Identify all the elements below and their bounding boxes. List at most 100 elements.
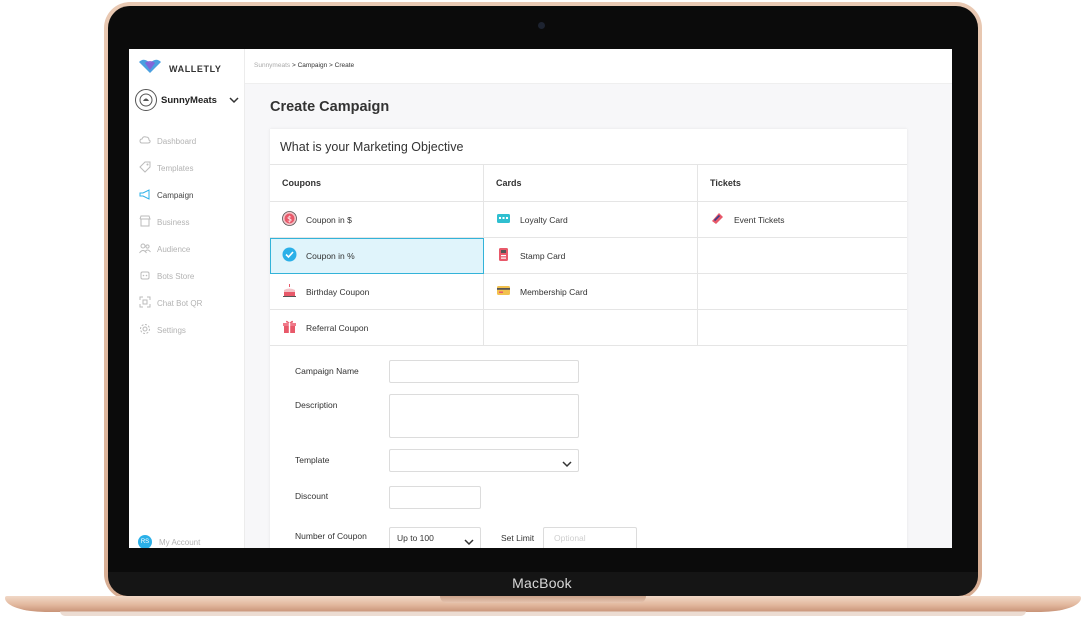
coupon-count-select[interactable]: Up to 100 bbox=[389, 527, 481, 548]
coupon-count-value: Up to 100 bbox=[397, 533, 434, 543]
app-screen: WALLETLY SunnyMeats Dashboard Templates bbox=[129, 49, 952, 548]
sidebar-item-templates[interactable]: Templates bbox=[139, 160, 202, 176]
campaign-name-input[interactable] bbox=[389, 360, 579, 383]
sidebar-item-label: Bots Store bbox=[157, 271, 195, 281]
gear-icon bbox=[139, 323, 151, 337]
empty-cell bbox=[697, 273, 907, 310]
campaign-name-label: Campaign Name bbox=[295, 366, 359, 376]
sidebar-item-label: Audience bbox=[157, 244, 191, 254]
sidebar-item-label: Business bbox=[157, 217, 190, 227]
app-logo[interactable]: WALLETLY bbox=[137, 58, 221, 79]
org-avatar bbox=[135, 89, 157, 111]
option-referral-coupon[interactable]: Referral Coupon bbox=[270, 309, 484, 346]
template-label: Template bbox=[295, 455, 330, 465]
breadcrumb-separator: > bbox=[329, 62, 333, 69]
org-switcher[interactable]: SunnyMeats bbox=[135, 89, 239, 111]
option-event-tickets[interactable]: Event Tickets bbox=[697, 201, 907, 238]
empty-cell bbox=[483, 309, 698, 346]
qr-icon bbox=[139, 296, 151, 310]
table-row: Coupon in % Stamp Card bbox=[270, 237, 907, 274]
table-row: Referral Coupon bbox=[270, 309, 907, 346]
column-header-coupons: Coupons bbox=[270, 164, 484, 202]
option-label: Loyalty Card bbox=[520, 214, 568, 225]
option-stamp-card[interactable]: Stamp Card bbox=[483, 237, 698, 274]
column-header-tickets: Tickets bbox=[697, 164, 907, 202]
sidebar-item-dashboard[interactable]: Dashboard bbox=[139, 133, 202, 149]
page-title: Create Campaign bbox=[270, 99, 390, 115]
tag-icon bbox=[139, 161, 151, 175]
my-account-link[interactable]: RS My Account bbox=[138, 535, 200, 548]
description-textarea[interactable] bbox=[389, 394, 579, 438]
svg-text:$: $ bbox=[287, 215, 292, 224]
option-label: Membership Card bbox=[520, 286, 588, 297]
chevron-down-icon bbox=[562, 455, 572, 473]
objective-table: Coupons Cards Tickets $ Coupon in $ Loya… bbox=[270, 164, 907, 346]
laptop-foot bbox=[60, 611, 1026, 616]
membership-card-icon bbox=[496, 283, 511, 300]
discount-label: Discount bbox=[295, 491, 329, 501]
coupon-count-label: Number of Coupon bbox=[295, 531, 367, 541]
sidebar-item-campaign[interactable]: Campaign bbox=[139, 187, 202, 203]
laptop-notch bbox=[440, 596, 646, 603]
topbar: Sunnymeats > Campaign > Create bbox=[245, 49, 952, 84]
option-label: Birthday Coupon bbox=[306, 286, 370, 297]
sidebar-item-label: Chat Bot QR bbox=[157, 298, 203, 308]
column-header-cards: Cards bbox=[483, 164, 698, 202]
template-select[interactable] bbox=[389, 449, 579, 472]
sidebar-item-label: Settings bbox=[157, 325, 186, 335]
sidebar-item-bots-store[interactable]: Bots Store bbox=[139, 268, 202, 284]
gift-icon bbox=[282, 319, 297, 336]
org-name: SunnyMeats bbox=[161, 94, 217, 106]
logo-text: WALLETLY bbox=[169, 63, 222, 74]
option-label: Referral Coupon bbox=[306, 322, 369, 333]
ticket-icon bbox=[710, 211, 725, 228]
option-label: Stamp Card bbox=[520, 250, 566, 261]
breadcrumb: Sunnymeats > Campaign > Create bbox=[254, 62, 354, 69]
empty-cell bbox=[697, 309, 907, 346]
dollar-coin-icon: $ bbox=[282, 211, 297, 228]
device-brand-label: MacBook bbox=[512, 575, 572, 591]
set-limit-placeholder: Optional bbox=[554, 533, 586, 543]
description-label: Description bbox=[295, 400, 338, 410]
walletly-logo-icon bbox=[137, 58, 163, 79]
sidebar: WALLETLY SunnyMeats Dashboard Templates bbox=[129, 49, 245, 548]
breadcrumb-root[interactable]: Sunnymeats bbox=[254, 62, 290, 69]
sidebar-item-settings[interactable]: Settings bbox=[139, 322, 202, 338]
option-loyalty-card[interactable]: Loyalty Card bbox=[483, 201, 698, 238]
chevron-down-icon bbox=[229, 91, 239, 109]
set-limit-label: Set Limit bbox=[501, 533, 535, 543]
breadcrumb-separator: > bbox=[291, 62, 296, 69]
chevron-down-icon bbox=[464, 533, 474, 548]
option-label: Event Tickets bbox=[734, 214, 785, 225]
table-row: $ Coupon in $ Loyalty Card Event Tickets bbox=[270, 201, 907, 238]
sidebar-item-label: Campaign bbox=[157, 190, 194, 200]
stamp-card-icon bbox=[496, 247, 511, 264]
sidebar-item-chat-bot-qr[interactable]: Chat Bot QR bbox=[139, 295, 202, 311]
option-coupon-percent[interactable]: Coupon in % bbox=[270, 237, 484, 274]
option-coupon-dollar[interactable]: $ Coupon in $ bbox=[270, 201, 484, 238]
option-membership-card[interactable]: Membership Card bbox=[483, 273, 698, 310]
camera-icon bbox=[538, 22, 545, 29]
discount-input[interactable] bbox=[389, 486, 481, 509]
objective-title: What is your Marketing Objective bbox=[280, 140, 464, 154]
breadcrumb-current: Create bbox=[334, 62, 355, 69]
option-label: Coupon in $ bbox=[306, 214, 352, 225]
set-limit-input[interactable]: Optional bbox=[543, 527, 637, 548]
sidebar-item-business[interactable]: Business bbox=[139, 214, 202, 230]
megaphone-icon bbox=[139, 188, 151, 202]
breadcrumb-section[interactable]: Campaign bbox=[298, 62, 328, 69]
sidebar-nav: Dashboard Templates Campaign Business Au… bbox=[139, 133, 202, 349]
sidebar-item-audience[interactable]: Audience bbox=[139, 241, 202, 257]
option-birthday-coupon[interactable]: Birthday Coupon bbox=[270, 273, 484, 310]
sidebar-item-label: Templates bbox=[157, 163, 194, 173]
option-label: Coupon in % bbox=[306, 250, 355, 261]
empty-cell bbox=[697, 237, 907, 274]
my-account-label: My Account bbox=[159, 537, 201, 547]
cake-icon bbox=[282, 283, 297, 300]
loyalty-card-icon bbox=[496, 211, 511, 228]
table-row: Birthday Coupon Membership Card bbox=[270, 273, 907, 310]
bot-icon bbox=[139, 269, 151, 283]
people-icon bbox=[139, 242, 151, 256]
check-circle-icon bbox=[282, 247, 297, 264]
sidebar-item-label: Dashboard bbox=[157, 136, 197, 146]
